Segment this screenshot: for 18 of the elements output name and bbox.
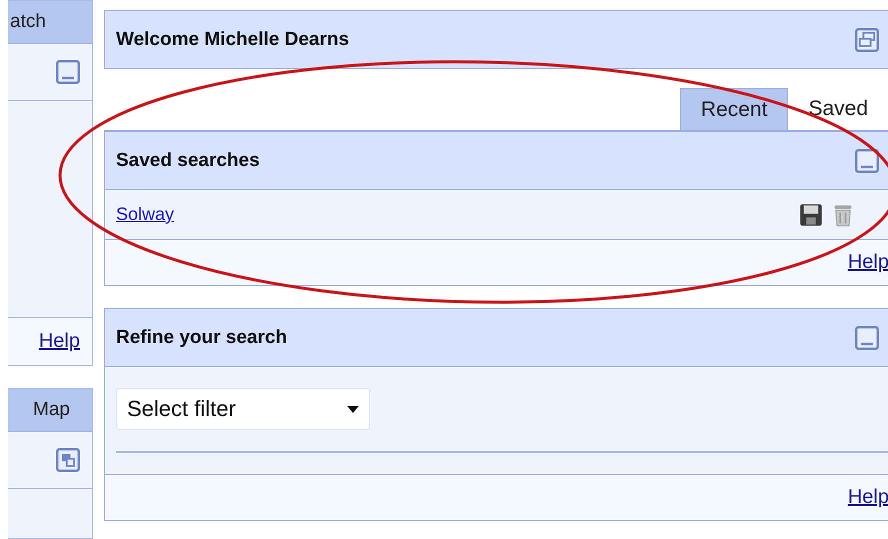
help-link[interactable]: Help <box>848 486 888 509</box>
save-icon[interactable] <box>799 202 823 228</box>
help-link[interactable]: Help <box>848 251 888 274</box>
panel-title: atch <box>10 11 46 33</box>
tab[interactable]: Recent <box>680 88 788 130</box>
panel-title: Saved searches <box>116 150 260 172</box>
panel-title: Map <box>33 399 70 421</box>
caret-icon <box>347 406 359 412</box>
minimize-icon[interactable] <box>855 148 879 172</box>
minimize-icon[interactable] <box>56 60 80 84</box>
saved-search-link[interactable]: Solway <box>116 204 174 225</box>
restore-icon[interactable] <box>855 28 879 52</box>
panel-title: Refine your search <box>116 326 288 348</box>
filter-dropdown[interactable]: Select filter <box>116 388 370 430</box>
tab[interactable]: Saved <box>788 88 888 130</box>
maximize-icon[interactable] <box>56 448 80 472</box>
minimize-icon[interactable] <box>855 326 879 350</box>
welcome-title: Welcome Michelle Dearns <box>116 28 350 50</box>
